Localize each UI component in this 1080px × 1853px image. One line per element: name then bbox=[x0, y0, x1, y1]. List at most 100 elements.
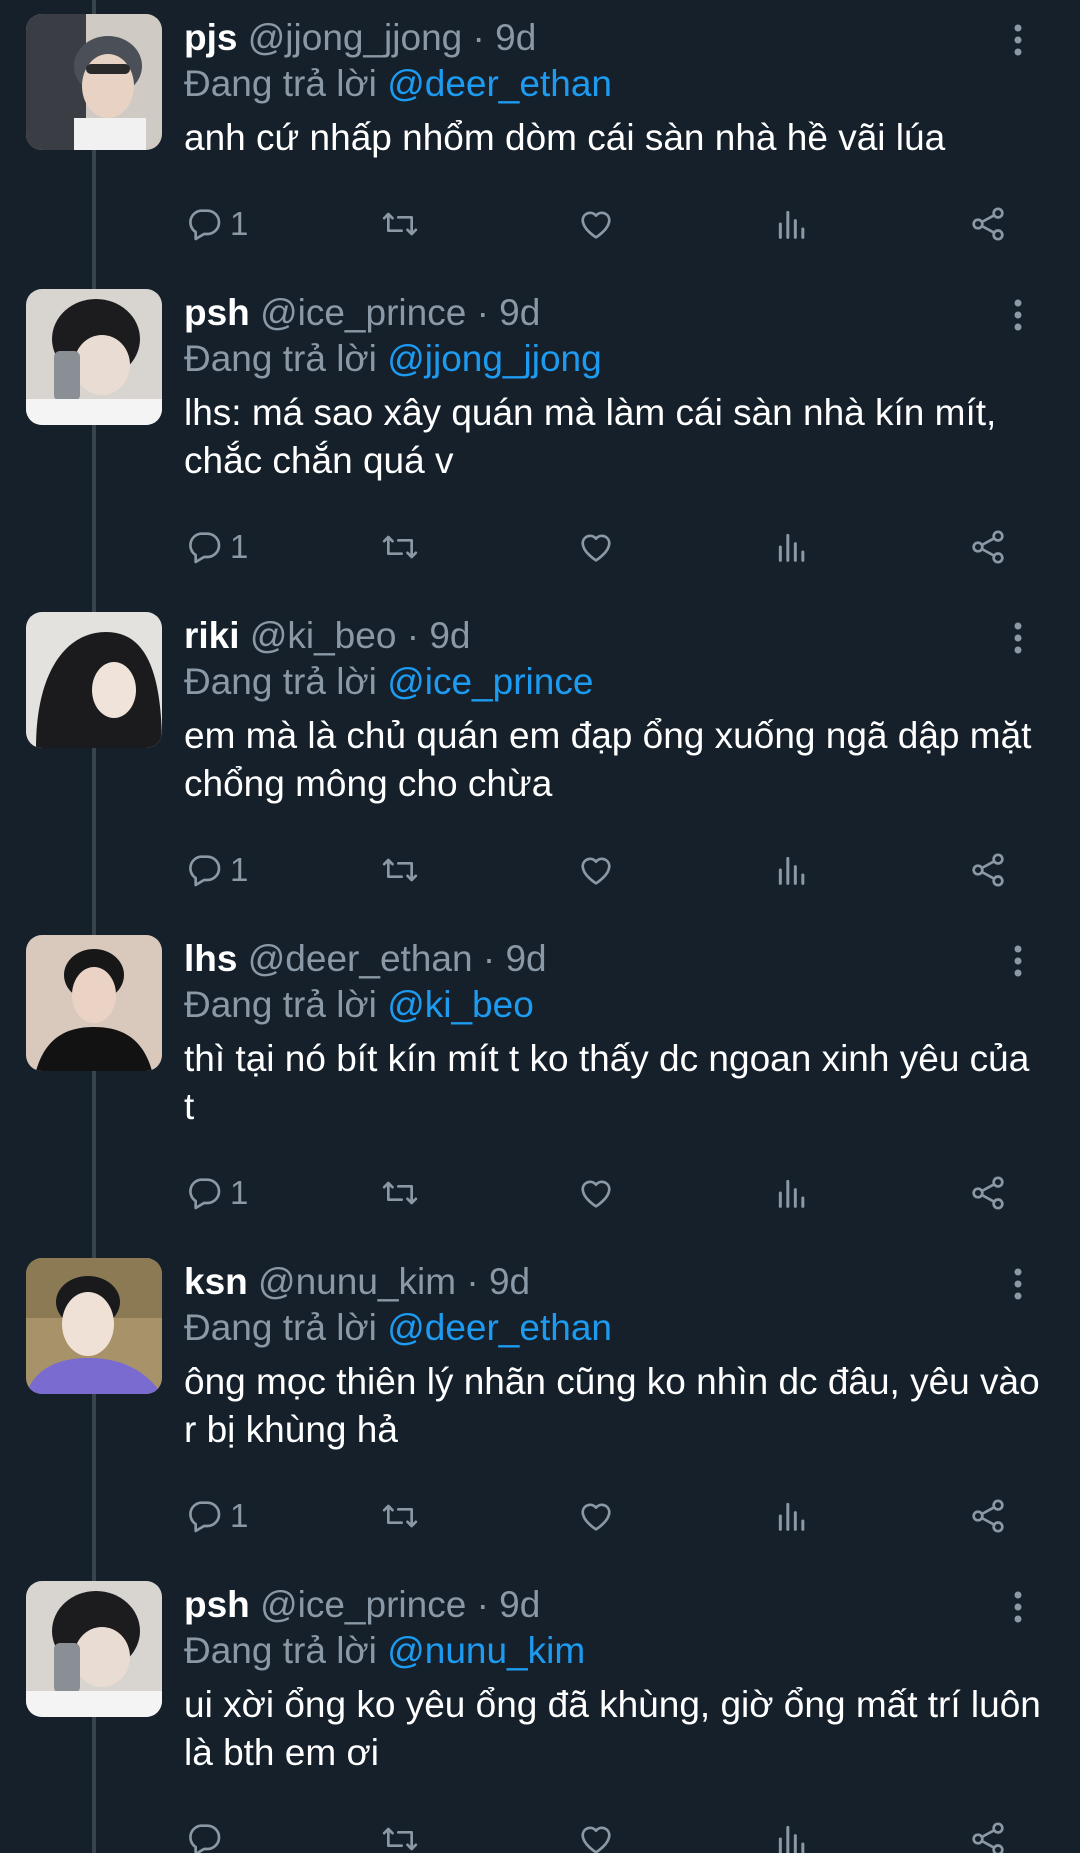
tweet[interactable]: ksn @nunu_kim · 9d Đang trả lời @deer_et… bbox=[0, 1244, 1080, 1567]
avatar-image bbox=[26, 935, 162, 1071]
replying-prefix: Đang trả lời bbox=[184, 338, 377, 379]
views-button[interactable] bbox=[772, 200, 812, 248]
display-name[interactable]: lhs bbox=[184, 938, 237, 979]
views-button[interactable] bbox=[772, 523, 812, 571]
replying-to: Đang trả lời @deer_ethan bbox=[184, 62, 612, 106]
share-button[interactable] bbox=[968, 846, 1008, 894]
more-icon[interactable] bbox=[1000, 1266, 1036, 1302]
retweet-icon bbox=[382, 1504, 418, 1528]
timestamp[interactable]: 9d bbox=[505, 938, 546, 979]
like-button[interactable] bbox=[576, 523, 616, 571]
tweet[interactable]: psh @ice_prince · 9d Đang trả lời @jjong… bbox=[0, 275, 1080, 598]
display-name[interactable]: psh bbox=[184, 1584, 250, 1625]
retweet-button[interactable] bbox=[380, 523, 420, 571]
display-name[interactable]: pjs bbox=[184, 17, 237, 58]
avatar[interactable] bbox=[26, 14, 162, 150]
share-button[interactable] bbox=[968, 200, 1008, 248]
timestamp[interactable]: 9d bbox=[489, 1261, 530, 1302]
views-icon bbox=[778, 1179, 805, 1208]
tweet-text: ông mọc thiên lý nhãn cũng ko nhìn dc đâ… bbox=[184, 1361, 1040, 1450]
tweet[interactable]: lhs @deer_ethan · 9d Đang trả lời @ki_be… bbox=[0, 921, 1080, 1244]
timestamp[interactable]: 9d bbox=[499, 292, 540, 333]
username[interactable]: @nunu_kim bbox=[258, 1261, 456, 1302]
replying-prefix: Đang trả lời bbox=[184, 984, 377, 1025]
avatar-image bbox=[26, 1581, 162, 1717]
username[interactable]: @ki_beo bbox=[250, 615, 397, 656]
reply-icon bbox=[189, 209, 221, 241]
username[interactable]: @jjong_jjong bbox=[248, 17, 462, 58]
like-icon bbox=[581, 211, 611, 239]
retweet-button[interactable] bbox=[380, 1815, 420, 1853]
share-button[interactable] bbox=[968, 1815, 1008, 1853]
reply-icon bbox=[189, 855, 221, 887]
reply-button[interactable]: 1 bbox=[184, 200, 248, 248]
avatar[interactable] bbox=[26, 289, 162, 425]
views-button[interactable] bbox=[772, 846, 812, 894]
more-icon[interactable] bbox=[1000, 620, 1036, 656]
views-button[interactable] bbox=[772, 1169, 812, 1217]
reply-button[interactable]: 1 bbox=[184, 523, 248, 571]
views-button[interactable] bbox=[772, 1815, 812, 1853]
replying-to: Đang trả lời @ice_prince bbox=[184, 660, 593, 704]
retweet-button[interactable] bbox=[380, 1492, 420, 1540]
avatar[interactable] bbox=[26, 1581, 162, 1717]
retweet-button[interactable] bbox=[380, 1169, 420, 1217]
tweet-text: ui xời ổng ko yêu ổng đã khùng, giờ ổng … bbox=[184, 1684, 1041, 1773]
display-name[interactable]: ksn bbox=[184, 1261, 248, 1302]
display-name[interactable]: psh bbox=[184, 292, 250, 333]
share-button[interactable] bbox=[968, 1492, 1008, 1540]
tweet-text: anh cứ nhấp nhổm dòm cái sàn nhà hề vãi … bbox=[184, 117, 946, 158]
replying-mention[interactable]: @nunu_kim bbox=[387, 1630, 585, 1671]
avatar[interactable] bbox=[26, 612, 162, 748]
replying-mention[interactable]: @deer_ethan bbox=[387, 63, 612, 104]
like-button[interactable] bbox=[576, 200, 616, 248]
timestamp[interactable]: 9d bbox=[495, 17, 536, 58]
more-icon[interactable] bbox=[1000, 943, 1036, 979]
more-icon[interactable] bbox=[1000, 1589, 1036, 1625]
tweet-header: lhs @deer_ethan · 9d bbox=[184, 937, 547, 981]
tweet[interactable]: riki @ki_beo · 9d Đang trả lời @ice_prin… bbox=[0, 598, 1080, 921]
like-button[interactable] bbox=[576, 1169, 616, 1217]
retweet-icon bbox=[382, 858, 418, 882]
retweet-icon bbox=[382, 1827, 418, 1851]
reply-button[interactable]: 1 bbox=[184, 846, 248, 894]
like-button[interactable] bbox=[576, 846, 616, 894]
retweet-button[interactable] bbox=[380, 846, 420, 894]
username[interactable]: @deer_ethan bbox=[248, 938, 473, 979]
like-icon bbox=[581, 1180, 611, 1208]
username[interactable]: @ice_prince bbox=[260, 1584, 466, 1625]
replying-to: Đang trả lời @nunu_kim bbox=[184, 1629, 585, 1673]
reply-count: 1 bbox=[230, 528, 249, 565]
display-name[interactable]: riki bbox=[184, 615, 240, 656]
replying-mention[interactable]: @ice_prince bbox=[387, 661, 593, 702]
like-button[interactable] bbox=[576, 1492, 616, 1540]
replying-mention[interactable]: @jjong_jjong bbox=[387, 338, 601, 379]
reply-icon bbox=[189, 1824, 221, 1853]
replying-mention[interactable]: @deer_ethan bbox=[387, 1307, 612, 1348]
more-icon[interactable] bbox=[1000, 297, 1036, 333]
like-button[interactable] bbox=[576, 1815, 616, 1853]
share-button[interactable] bbox=[968, 1169, 1008, 1217]
tweet[interactable]: psh @ice_prince · 9d Đang trả lời @nunu_… bbox=[0, 1567, 1080, 1853]
retweet-button[interactable] bbox=[380, 200, 420, 248]
timestamp[interactable]: 9d bbox=[499, 1584, 540, 1625]
replying-to: Đang trả lời @jjong_jjong bbox=[184, 337, 602, 381]
avatar[interactable] bbox=[26, 1258, 162, 1394]
tweet-header: riki @ki_beo · 9d bbox=[184, 614, 470, 658]
username[interactable]: @ice_prince bbox=[260, 292, 466, 333]
reply-button[interactable]: 1 bbox=[184, 1492, 248, 1540]
avatar[interactable] bbox=[26, 935, 162, 1071]
views-button[interactable] bbox=[772, 1492, 812, 1540]
separator-dot: · bbox=[482, 938, 496, 979]
replying-mention[interactable]: @ki_beo bbox=[387, 984, 534, 1025]
tweet-header: ksn @nunu_kim · 9d bbox=[184, 1260, 530, 1304]
avatar-image bbox=[26, 14, 162, 150]
share-icon bbox=[972, 1822, 1004, 1853]
separator-dot: · bbox=[466, 1261, 479, 1302]
share-button[interactable] bbox=[968, 523, 1008, 571]
reply-button[interactable]: 1 bbox=[184, 1169, 248, 1217]
timestamp[interactable]: 9d bbox=[429, 615, 470, 656]
reply-count: 1 bbox=[230, 205, 249, 242]
more-icon[interactable] bbox=[1000, 22, 1036, 58]
reply-button[interactable] bbox=[184, 1815, 230, 1853]
